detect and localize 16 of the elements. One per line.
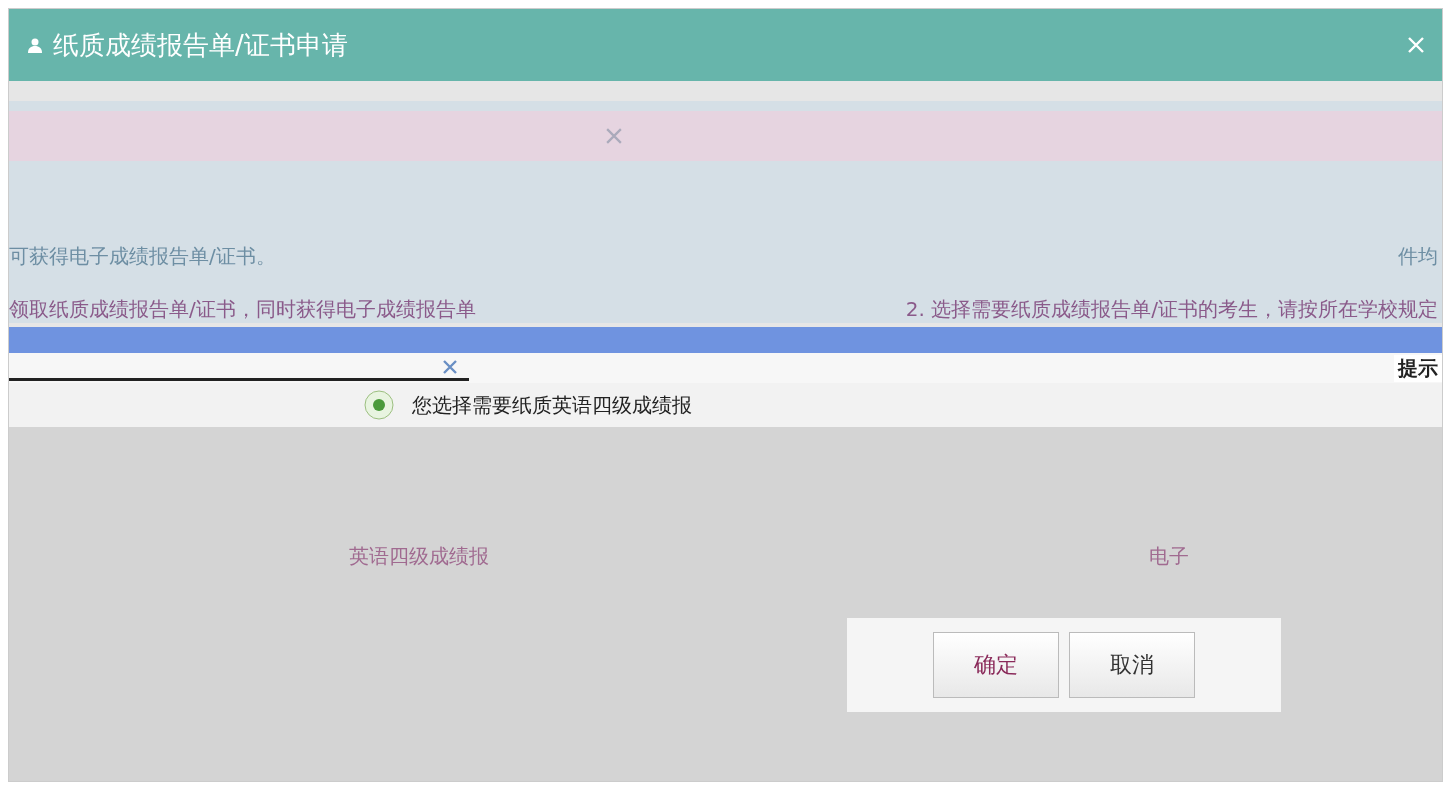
- table-cell: 电子: [1149, 543, 1189, 570]
- close-icon: [1406, 35, 1426, 55]
- prompt-title: 提示: [1394, 354, 1442, 382]
- clear-icon[interactable]: [443, 359, 457, 374]
- notice-text: 件均: [1398, 243, 1439, 270]
- cancel-button[interactable]: 取消: [1069, 632, 1195, 698]
- notice-text: 领取纸质成绩报告单/证书，同时获得电子成绩报告单: [9, 296, 476, 323]
- window-title: 纸质成绩报告单/证书申请: [53, 28, 349, 62]
- confirm-button[interactable]: 确定: [933, 632, 1059, 698]
- table-cell-text: 英语四级成绩报: [348, 543, 490, 570]
- notice-text: 可获得电子成绩报告单/证书。: [9, 243, 276, 270]
- info-icon: [364, 390, 394, 420]
- notice-text: 2. 选择需要纸质成绩报告单/证书的考生，请按所在学校规定: [905, 296, 1439, 323]
- close-icon[interactable]: [606, 128, 622, 144]
- user-icon: [27, 37, 43, 53]
- prompt-message: 您选择需要纸质英语四级成绩报: [412, 391, 692, 419]
